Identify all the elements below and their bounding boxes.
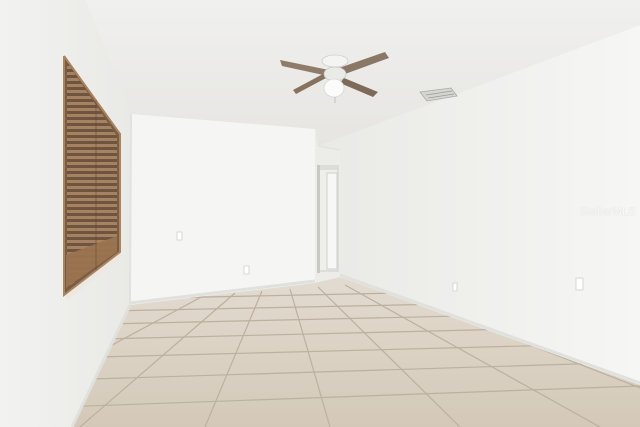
back-wall [130,114,315,305]
watermark-text: StellarMLS [580,206,636,218]
room-illustration [0,0,640,427]
room-photo: StellarMLS [0,0,640,427]
doorway [317,165,339,273]
